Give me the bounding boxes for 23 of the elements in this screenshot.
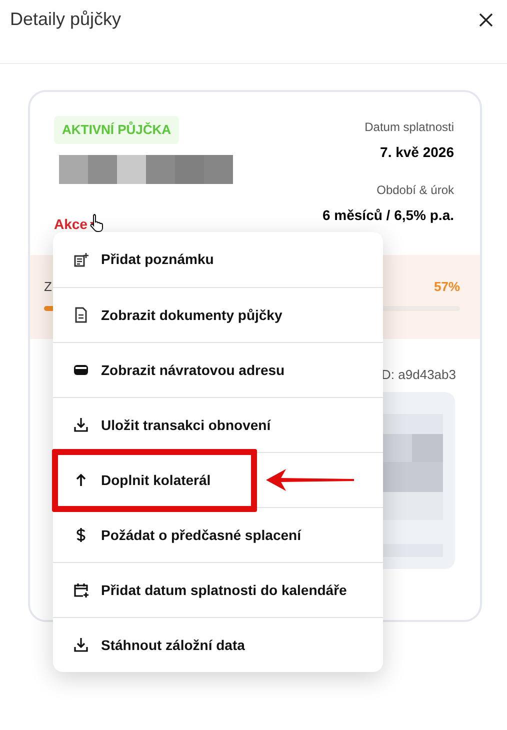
- menu-item[interactable]: Přidat poznámku: [53, 232, 383, 287]
- dialog-title: Detaily půjčky: [10, 8, 122, 31]
- due-date-value: 7. kvě 2026: [380, 143, 454, 162]
- note-plus-icon: [73, 252, 89, 268]
- menu-item[interactable]: Zobrazit dokumenty půjčky: [53, 288, 383, 342]
- menu-item[interactable]: Přidat datum splatnosti do kalendáře: [53, 563, 383, 617]
- download-icon: [73, 637, 89, 653]
- menu-item[interactable]: Zobrazit návratovou adresu: [53, 343, 383, 397]
- term-value: 6 měsíců / 6,5% p.a.: [322, 206, 454, 225]
- ltv-value: 57%: [434, 278, 460, 296]
- term-label: Období & úrok: [376, 182, 454, 199]
- document-icon: [73, 307, 89, 323]
- menu-item[interactable]: Stáhnout záložní data: [53, 618, 383, 672]
- due-date-label: Datum splatnosti: [364, 119, 454, 136]
- menu-item[interactable]: Požádat o předčasné splacení: [53, 508, 383, 562]
- close-icon[interactable]: [479, 12, 493, 26]
- ltv-label: Z: [44, 278, 52, 296]
- menu-item[interactable]: Doplnit kolaterál: [52, 448, 257, 512]
- status-badge: AKTIVNÍ PŮJČKA: [54, 116, 180, 144]
- wallet-icon: [73, 362, 89, 378]
- menu-item[interactable]: Uložit transakci obnovení: [53, 398, 383, 452]
- calendar-plus-icon: [73, 582, 89, 598]
- download-icon: [73, 417, 89, 433]
